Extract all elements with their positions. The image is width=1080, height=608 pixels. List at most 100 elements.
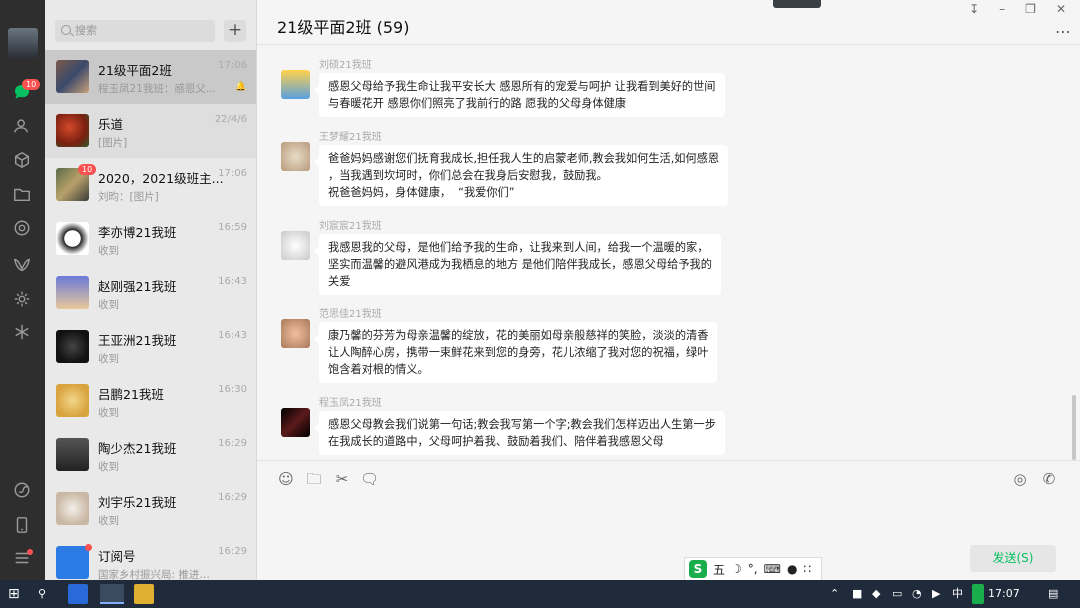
chat-name: 21级平面2班 — [98, 63, 172, 78]
chat-name: 2020，2021级班主... — [98, 171, 224, 186]
grid-icon[interactable]: ∷ — [803, 562, 811, 576]
chat-time: 16:30 — [218, 384, 247, 395]
search-input[interactable]: 搜索 — [55, 20, 215, 42]
start-icon[interactable]: ⊞ — [8, 584, 20, 604]
wifi-icon[interactable]: ◔ — [912, 584, 922, 604]
sender-avatar[interactable] — [281, 408, 310, 437]
chat-name: 王亚洲21我班 — [98, 333, 177, 348]
chat-time: 16:43 — [218, 330, 247, 341]
call-icon[interactable]: ✆ — [1040, 470, 1058, 488]
chat-time: 16:43 — [218, 276, 247, 287]
sogou-tray-icon[interactable] — [972, 584, 984, 604]
app-icon[interactable] — [68, 584, 88, 604]
menu-notification-dot — [27, 549, 33, 555]
window-handle — [773, 0, 821, 8]
network-icon[interactable]: ▭ — [892, 584, 902, 604]
user-avatar[interactable] — [8, 28, 38, 58]
close-icon[interactable]: ✕ — [1056, 2, 1066, 16]
live-icon[interactable]: ◎ — [1011, 470, 1029, 488]
add-chat-button[interactable]: + — [224, 20, 246, 42]
message-bubble[interactable]: 爸爸妈妈感谢您们抚育我成长,担任我人生的启蒙老师,教会我如何生活,如何感恩 ，当… — [313, 145, 729, 206]
sender-name: 刘宸宸21我班 — [319, 221, 382, 232]
chat-list-item[interactable]: 10 2020，2021级班主... 17:06 刘昀：[图片] — [45, 158, 256, 212]
miniprogram-icon[interactable] — [12, 289, 32, 309]
emoji-icon[interactable]: ☺ — [277, 470, 295, 488]
favorites-icon[interactable] — [12, 150, 32, 170]
phone-icon[interactable] — [12, 515, 32, 535]
chat-avatar — [56, 438, 89, 471]
search-icon[interactable]: ⚲ — [38, 584, 46, 604]
input-language[interactable]: 中 — [952, 584, 963, 604]
tray-expand-icon[interactable]: ⌃ — [830, 584, 839, 604]
send-button[interactable]: 发送(S) — [970, 545, 1056, 572]
sender-name: 刘硕21我班 — [319, 60, 372, 71]
message-bubble[interactable]: 康乃馨的芬芳为母亲温馨的绽放，花的美丽如母亲般慈祥的笑脸，淡淡的清香 让人陶醉心… — [313, 322, 718, 383]
ime-toolbar[interactable]: S 五 ☽ °, ⌨ ● ∷ — [684, 557, 822, 581]
chat-window: 21级平面2班 (59) ↧ – ❐ ✕ ⋯ 刘硕21我班 感恩父母给予我生命让… — [257, 0, 1080, 580]
message-bubble[interactable]: 感恩父母给予我生命让我平安长大 感恩所有的宠爱与呵护 让我看到美好的世间 与春暖… — [314, 73, 725, 117]
message-bubble[interactable]: 我感恩我的父母，是他们给予我的生命，让我来到人间，给我一个温暖的家， 坚实而温馨… — [314, 234, 721, 295]
more-options-icon[interactable]: ⋯ — [1055, 22, 1072, 41]
sender-avatar[interactable] — [281, 70, 310, 99]
sender-avatar[interactable] — [281, 319, 310, 348]
chat-list-item[interactable]: 赵刚强21我班 16:43 收到 — [45, 266, 256, 320]
contacts-icon[interactable] — [12, 116, 32, 136]
user-icon[interactable]: ● — [787, 562, 797, 576]
message-bubble[interactable]: 感恩父母教会我们说第一句话;教会我写第一个字;教会我们怎样迈出人生第一步 在我成… — [314, 411, 725, 455]
sender-avatar[interactable] — [281, 142, 310, 171]
moments-icon[interactable] — [12, 218, 32, 238]
divider — [257, 44, 1080, 45]
chat-title: 21级平面2班 (59) — [277, 18, 410, 37]
chat-list-panel: 搜索 + 21级平面2班 17:06 程玉凤21我班：感恩父... 🔔 乐道 2… — [45, 0, 257, 580]
chat-list-item[interactable]: 王亚洲21我班 16:43 收到 — [45, 320, 256, 374]
ime-punct[interactable]: °, — [748, 562, 758, 576]
explorer-icon[interactable] — [134, 584, 154, 604]
subscription-icon — [56, 546, 89, 579]
chat-name: 李亦博21我班 — [98, 225, 177, 240]
chat-time: 17:06 — [218, 60, 247, 71]
chat-list-item[interactable]: 乐道 22/4/6 [图片] — [45, 104, 256, 158]
clock[interactable]: 17:07 — [988, 584, 1020, 604]
nav-rail: 10 — [0, 0, 45, 580]
chat-list-item[interactable]: 陶少杰21我班 16:29 收到 — [45, 428, 256, 482]
chat-name: 刘宇乐21我班 — [98, 495, 177, 510]
chat-name: 赵刚强21我班 — [98, 279, 177, 294]
search-icon — [61, 25, 71, 35]
chat-preview: 收到 — [98, 461, 119, 473]
volume-icon[interactable]: ▶ — [932, 584, 940, 604]
screenshot-icon[interactable]: ✂ — [333, 470, 351, 488]
pin-icon[interactable]: ↧ — [969, 2, 979, 16]
sender-avatar[interactable] — [281, 231, 310, 260]
window-controls: ↧ – ❐ ✕ — [969, 2, 1066, 16]
tray-app-icon[interactable]: ■ — [852, 584, 862, 604]
moon-icon[interactable]: ☽ — [731, 562, 742, 576]
sogou-logo[interactable]: S — [689, 560, 707, 578]
shield-icon[interactable]: ◆ — [872, 584, 880, 604]
chat-list-item[interactable]: 吕鹏21我班 16:30 收到 — [45, 374, 256, 428]
ime-mode[interactable]: 五 — [713, 561, 725, 578]
chat-list-item[interactable]: 订阅号 16:29 国家乡村振兴局: 推进教... — [45, 536, 256, 580]
maximize-icon[interactable]: ❐ — [1025, 2, 1036, 16]
channels-icon[interactable] — [12, 255, 32, 275]
group-avatar — [56, 60, 89, 93]
chat-list-item[interactable]: 李亦博21我班 16:59 收到 — [45, 212, 256, 266]
notifications-icon[interactable]: ▤ — [1048, 584, 1058, 604]
wechat-taskbar-icon[interactable] — [100, 584, 124, 604]
folder-icon[interactable] — [12, 184, 32, 204]
chat-time: 17:06 — [218, 168, 247, 179]
chat-preview: 国家乡村振兴局: 推进教... — [98, 569, 218, 580]
sender-name: 王梦耀21我班 — [319, 132, 382, 143]
unread-badge: 10 — [78, 164, 97, 175]
miniprogram-panel-icon[interactable] — [12, 480, 32, 500]
chat-list-item[interactable]: 刘宇乐21我班 16:29 收到 — [45, 482, 256, 536]
minimize-icon[interactable]: – — [999, 2, 1005, 16]
scrollbar[interactable] — [1072, 395, 1076, 460]
file-icon[interactable]: 🗀 — [305, 470, 323, 488]
search-feature-icon[interactable] — [12, 322, 32, 342]
search-placeholder: 搜索 — [75, 24, 97, 37]
taskbar: ⊞ ⚲ ⌃ ■ ◆ ▭ ◔ ▶ 中 17:07 ▤ — [0, 580, 1080, 608]
chat-list-item[interactable]: 21级平面2班 17:06 程玉凤21我班：感恩父... 🔔 — [45, 50, 256, 104]
sender-name: 范思佳21我班 — [319, 309, 382, 320]
chat-history-icon[interactable]: 🗨 — [360, 470, 379, 488]
keyboard-icon[interactable]: ⌨ — [764, 562, 781, 576]
